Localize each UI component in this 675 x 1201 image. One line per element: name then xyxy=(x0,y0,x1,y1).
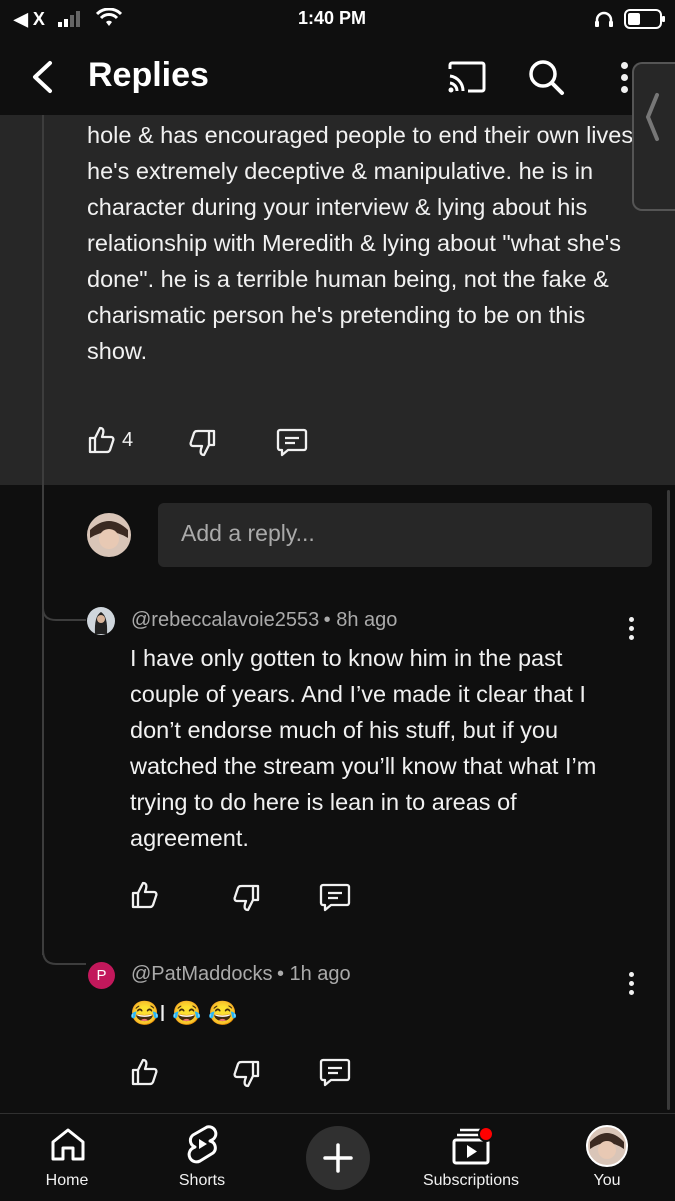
clock: 1:40 PM xyxy=(298,8,367,28)
reply-1-more-icon[interactable] xyxy=(629,617,634,644)
nav-shorts[interactable]: Shorts xyxy=(142,1122,262,1192)
thread-line xyxy=(42,115,44,955)
reply-2-dislike-icon[interactable] xyxy=(231,1059,261,1089)
like-count: 4 xyxy=(122,429,134,451)
reply-2-handle[interactable]: @PatMaddocks xyxy=(131,963,272,985)
back-arrow-icon[interactable] xyxy=(28,60,56,94)
nav-you[interactable]: You xyxy=(547,1122,667,1192)
nav-home[interactable]: Home xyxy=(7,1122,127,1192)
home-icon xyxy=(51,1128,85,1161)
reply-2-like-icon[interactable] xyxy=(130,1057,160,1087)
reply-2-reply-icon[interactable] xyxy=(319,1057,351,1087)
wifi-icon xyxy=(96,8,122,26)
meta-separator: • xyxy=(276,963,290,985)
create-button[interactable] xyxy=(306,1126,370,1190)
reply-1-meta: @rebeccalavoie2553 • 8h ago xyxy=(131,609,397,632)
headphones-icon xyxy=(595,11,613,27)
add-reply-placeholder: Add a reply... xyxy=(181,520,315,546)
plus-icon xyxy=(323,1143,353,1173)
reply-1-handle[interactable]: @rebeccalavoie2553 xyxy=(131,609,319,631)
reply-2-time: 1h ago xyxy=(289,963,351,985)
reply-avatar-rebecca[interactable] xyxy=(86,606,116,636)
chevron-left-icon xyxy=(645,93,659,141)
side-panel-handle[interactable] xyxy=(632,62,675,211)
cast-icon[interactable] xyxy=(446,60,488,94)
reply-1-like-icon[interactable] xyxy=(130,880,160,910)
nav-subscriptions-label: Subscriptions xyxy=(422,1172,520,1189)
reply-2-text: 😂I 😂 😂 xyxy=(130,1000,238,1026)
nav-subscriptions[interactable]: Subscriptions xyxy=(411,1122,531,1192)
thread-connector xyxy=(42,580,86,621)
reply-2-more-icon[interactable] xyxy=(629,972,634,999)
shorts-icon xyxy=(187,1125,218,1164)
reply-avatar-pat[interactable]: P xyxy=(88,962,115,989)
back-to-app[interactable]: ◀ X xyxy=(14,9,45,30)
scrollbar[interactable] xyxy=(667,490,670,1110)
thread-connector-2 xyxy=(42,930,86,965)
reply-2-meta: @PatMaddocks • 1h ago xyxy=(131,963,351,986)
reply-1-dislike-icon[interactable] xyxy=(231,883,261,913)
subscriptions-icon xyxy=(452,1126,494,1165)
status-bar: ◀ X 1:40 PM xyxy=(0,0,675,40)
reply-1-text: I have only gotten to know him in the pa… xyxy=(130,645,597,851)
search-icon[interactable] xyxy=(527,58,565,96)
battery-icon xyxy=(624,9,665,29)
reply-icon[interactable] xyxy=(276,427,308,457)
user-avatar xyxy=(87,513,131,557)
more-options-icon[interactable] xyxy=(621,62,628,97)
nav-home-label: Home xyxy=(45,1172,89,1189)
dislike-icon[interactable] xyxy=(187,428,217,458)
reply-1-reply-icon[interactable] xyxy=(319,882,351,912)
profile-avatar xyxy=(586,1125,628,1167)
page-title: Replies xyxy=(88,56,209,94)
reply-1-time: 8h ago xyxy=(336,609,398,631)
signal-icon xyxy=(58,11,80,27)
nav-shorts-label: Shorts xyxy=(178,1172,226,1189)
meta-separator: • xyxy=(323,609,337,631)
nav-you-label: You xyxy=(593,1172,621,1189)
parent-comment-text: hole & has encouraged people to end thei… xyxy=(87,122,640,364)
like-icon[interactable] xyxy=(87,425,117,455)
